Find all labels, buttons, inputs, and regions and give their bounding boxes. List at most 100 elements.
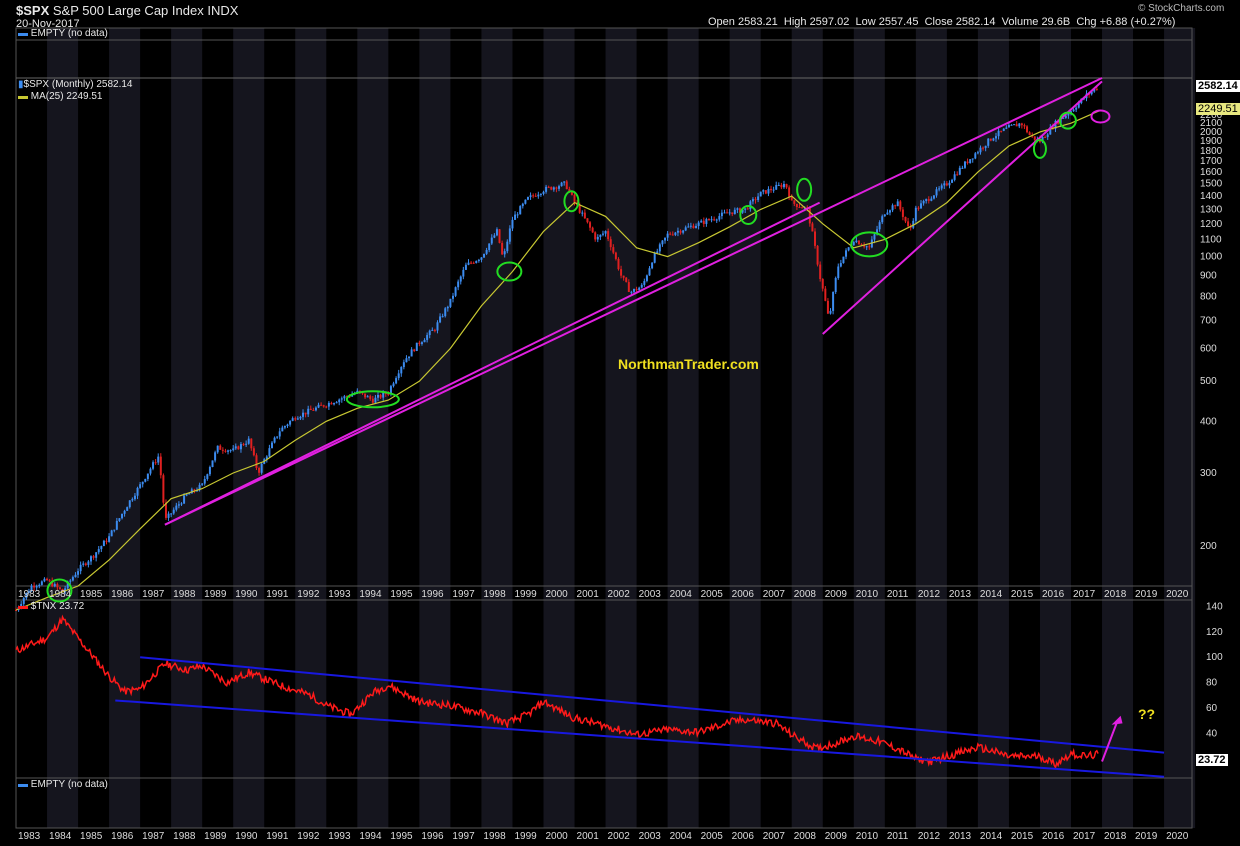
spx-candle: [599, 234, 602, 237]
spx-candle: [617, 258, 620, 270]
tnx-x-tick: 1995: [390, 831, 413, 842]
spx-candle: [154, 462, 157, 464]
spx-candle: [206, 474, 209, 480]
spx-x-tick: 1993: [328, 589, 351, 600]
spx-candle: [532, 195, 535, 197]
spx-x-tick: 1986: [111, 589, 134, 600]
tnx-x-tick: 1986: [111, 831, 134, 842]
spx-candle: [175, 505, 178, 510]
spx-candle: [454, 287, 457, 296]
spx-candle: [268, 448, 271, 457]
spx-candle: [992, 138, 995, 141]
spx-candle: [410, 349, 413, 357]
spx-candle: [48, 580, 51, 582]
spx-candle: [545, 186, 548, 192]
spx-candle: [914, 207, 917, 221]
tnx-x-tick: 1991: [266, 831, 289, 842]
spx-candle: [671, 234, 674, 236]
spx-candle: [927, 199, 930, 201]
year-band: [295, 28, 327, 828]
spx-candle: [630, 291, 633, 293]
spx-candle: [793, 200, 796, 204]
spx-candle: [907, 221, 910, 227]
spx-candle: [780, 184, 783, 188]
spx-candle: [702, 220, 705, 224]
spx-candle: [1005, 127, 1008, 129]
spx-candle: [146, 473, 149, 479]
tnx-x-tick: 2008: [794, 831, 817, 842]
tnx-x-tick: 2007: [763, 831, 786, 842]
spx-candle: [713, 219, 716, 221]
spx-y-tick: 1700: [1200, 156, 1223, 167]
high-value: 2597.02: [809, 16, 850, 28]
spx-candle: [374, 397, 377, 403]
spx-candle: [891, 205, 894, 211]
spx-candle: [79, 564, 82, 572]
spx-candle: [857, 240, 860, 245]
tnx-y-tick: 120: [1206, 627, 1223, 638]
spx-candle: [459, 276, 462, 282]
spx-candle: [451, 295, 454, 299]
spx-candle: [966, 161, 969, 164]
spx-candle: [77, 571, 80, 575]
tnx-x-tick: 2018: [1104, 831, 1127, 842]
spx-candle: [40, 581, 43, 585]
spx-candle: [881, 216, 884, 223]
spx-candle: [542, 191, 545, 194]
spx-x-tick: 2007: [763, 589, 786, 600]
spx-candle: [423, 339, 426, 343]
year-band: [1039, 28, 1071, 828]
spx-candle: [428, 330, 431, 336]
spx-candle: [405, 358, 408, 363]
spx-candle: [904, 216, 907, 222]
year-band: [233, 28, 265, 828]
spx-candle: [687, 226, 690, 228]
tnx-x-tick: 2011: [887, 831, 909, 842]
spx-candle: [632, 288, 635, 292]
spx-candle: [408, 356, 411, 359]
spx-candle: [92, 556, 95, 558]
spx-candle: [180, 503, 183, 505]
spx-x-tick: 1998: [483, 589, 506, 600]
year-band: [1164, 28, 1196, 828]
tnx-x-tick: 2003: [639, 831, 662, 842]
spx-candle: [943, 183, 946, 186]
top-empty-legend: ▬ EMPTY (no data): [18, 28, 108, 39]
spx-candle: [578, 205, 581, 213]
tnx-x-tick: 2009: [825, 831, 848, 842]
spx-candle: [762, 190, 765, 192]
spx-candle: [899, 201, 902, 210]
spx-candle: [108, 536, 111, 542]
spx-candle: [118, 518, 121, 521]
spx-candle: [586, 218, 589, 223]
spx-candle: [614, 252, 617, 259]
spx-candle: [185, 494, 188, 496]
spx-candle: [645, 275, 648, 282]
tnx-x-tick: 2016: [1042, 831, 1065, 842]
spx-candle: [945, 183, 948, 186]
bottom-empty-legend: ▬ EMPTY (no data): [18, 779, 108, 790]
watermark: NorthmanTrader.com: [618, 356, 759, 372]
spx-candle: [855, 240, 858, 243]
spx-x-tick: 1984: [49, 589, 72, 600]
spx-candle: [932, 195, 935, 199]
spx-x-tick: 1989: [204, 589, 227, 600]
spx-candle: [159, 456, 162, 476]
spx-candle: [69, 580, 72, 582]
spx-candle: [697, 222, 700, 226]
spx-candle: [922, 200, 925, 204]
spx-candle: [201, 483, 204, 485]
spx-candle: [462, 269, 465, 277]
spx-candle: [227, 450, 230, 452]
spx-candle: [170, 513, 173, 515]
brand-label: © StockCharts.com: [1138, 3, 1225, 14]
tnx-x-tick: 1992: [297, 831, 320, 842]
spx-x-tick: 2017: [1073, 589, 1096, 600]
spx-candle: [976, 152, 979, 154]
spx-candle: [258, 467, 261, 473]
spx-candle: [516, 214, 519, 216]
spx-candle: [589, 222, 592, 228]
spx-candle: [989, 138, 992, 141]
spx-candle: [917, 207, 920, 209]
spx-candle: [1018, 123, 1021, 127]
